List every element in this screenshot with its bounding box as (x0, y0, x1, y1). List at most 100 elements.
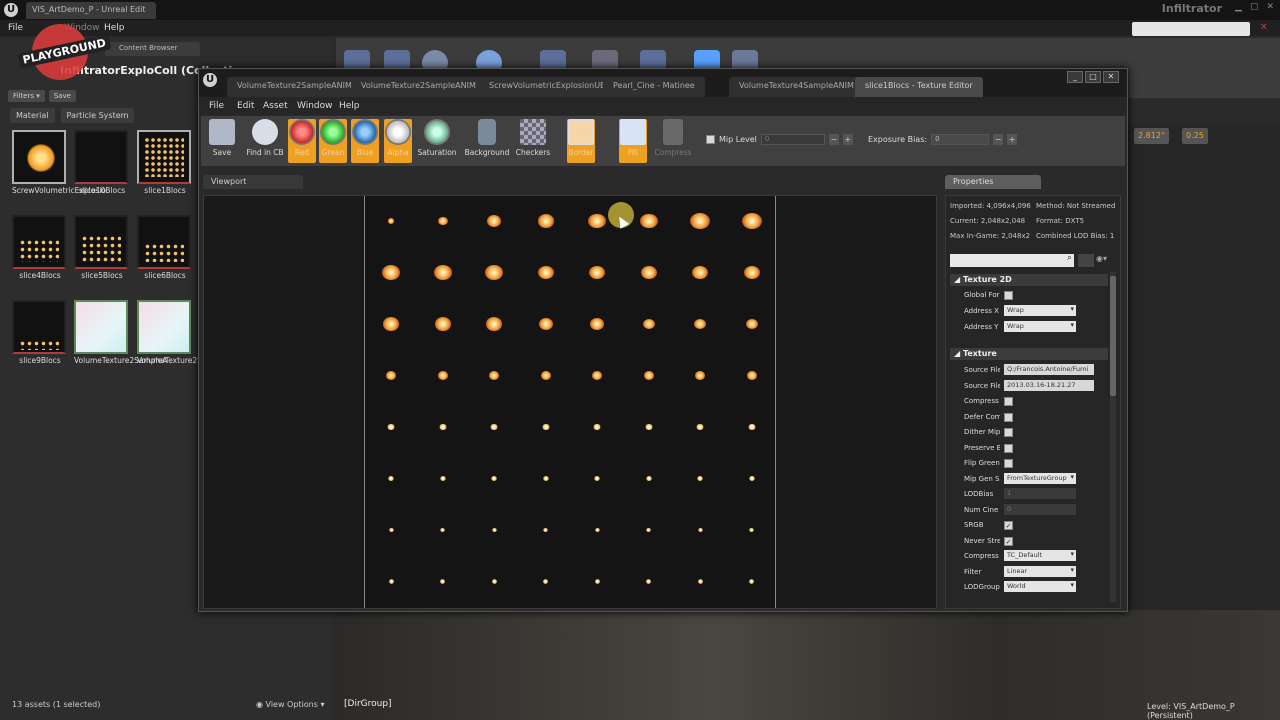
property-checkbox[interactable]: ✓ (1004, 521, 1013, 530)
saturation-button[interactable]: Saturation (415, 119, 459, 163)
properties-scrollbar[interactable] (1110, 272, 1116, 602)
section-texture-2d[interactable]: ◢ Texture 2D (950, 274, 1108, 286)
property-dropdown[interactable]: Wrap (1004, 305, 1076, 316)
property-row: Filter Linear (964, 565, 1104, 579)
property-value-field[interactable]: 1 (1004, 488, 1076, 499)
property-checkbox[interactable] (1004, 291, 1013, 300)
property-checkbox[interactable] (1004, 397, 1013, 406)
background-button[interactable]: Background (463, 119, 511, 163)
help-search-input[interactable] (1132, 22, 1250, 36)
editor-tab[interactable]: VolumeTexture4SampleANIM (729, 77, 864, 97)
exposure-minus-button[interactable]: − (993, 134, 1004, 145)
exposure-plus-button[interactable]: + (1007, 134, 1018, 145)
property-checkbox[interactable] (1004, 459, 1013, 468)
menu-window[interactable]: Window (297, 101, 333, 111)
flipbook-frame (543, 579, 548, 584)
asset-tile[interactable]: slice9Blocs (12, 300, 68, 365)
find-icon (252, 119, 278, 145)
property-checkbox[interactable] (1004, 412, 1013, 422)
level-viewport[interactable] (336, 610, 1280, 720)
save-button[interactable]: Save (204, 119, 240, 163)
mip-level-checkbox[interactable] (706, 135, 715, 144)
maximize-icon[interactable]: □ (1085, 71, 1101, 83)
green-channel-button[interactable]: Green (319, 119, 347, 163)
asset-tile[interactable]: slice6Blocs (137, 215, 193, 280)
property-checkbox[interactable] (1004, 428, 1013, 437)
property-value-field[interactable]: Q:/Francois.Antoine/Fumi (1004, 364, 1094, 375)
asset-tile[interactable]: slice10Blocs (74, 130, 130, 195)
fill-button[interactable]: Fill (619, 119, 647, 163)
cb-save-button[interactable]: Save (48, 90, 76, 102)
minimize-icon[interactable]: ▁ (1235, 2, 1242, 12)
flipbook-frame (487, 215, 501, 227)
property-dropdown[interactable]: TC_Default (1004, 550, 1076, 561)
asset-tile[interactable]: slice1Blocs (137, 130, 193, 195)
alpha-channel-button[interactable]: Alpha (384, 119, 412, 163)
properties-search-input[interactable]: ⌕ (950, 253, 1074, 267)
maximize-icon[interactable]: ▢ (1250, 2, 1259, 12)
flipbook-frame (543, 527, 548, 533)
flipbook-frame (690, 212, 710, 230)
texture-preview[interactable] (364, 196, 776, 608)
menu-help[interactable]: Help (104, 23, 125, 33)
editor-tab[interactable]: VolumeTexture2SampleANIM (351, 77, 486, 97)
asset-tile[interactable]: ScrewVolumetricExplosio (12, 130, 106, 195)
menu-asset[interactable]: Asset (263, 101, 288, 111)
mip-level-field[interactable]: 0 (760, 134, 825, 145)
menu-file[interactable]: File (209, 101, 224, 111)
property-label: Flip Green (964, 459, 1000, 467)
exposure-bias-field[interactable]: 0 (931, 134, 990, 145)
menu-help[interactable]: Help (339, 101, 360, 111)
red-channel-button[interactable]: Red (288, 119, 316, 163)
texture-viewport[interactable] (203, 195, 937, 609)
saturation-icon (424, 119, 450, 145)
asset-tile[interactable]: VolumeTexture2SampleA (74, 300, 167, 365)
properties-tab[interactable]: Properties (945, 175, 1041, 189)
section-texture[interactable]: ◢ Texture (950, 348, 1108, 360)
mip-minus-button[interactable]: − (828, 134, 839, 145)
flipbook-frame (489, 371, 499, 380)
property-checkbox[interactable]: ✓ (1004, 536, 1013, 546)
app-name: Infiltrator (1161, 2, 1222, 15)
editor-tab[interactable]: ScrewVolumetricExplosionUE (479, 77, 616, 97)
property-row: Preserve B (964, 442, 1104, 455)
editor-tab[interactable]: VolumeTexture2SampleANIM (227, 77, 362, 97)
mip-plus-button[interactable]: + (842, 134, 853, 145)
main-level-tab[interactable]: VIS_ArtDemo_P - Unreal Edit (26, 2, 156, 19)
close-icon[interactable]: ✕ (1103, 71, 1119, 83)
property-dropdown[interactable]: Linear (1004, 565, 1076, 577)
checkers-button[interactable]: Checkers (513, 119, 553, 163)
filter-material[interactable]: Material (10, 108, 55, 123)
view-options-button[interactable]: ◉ View Options ▾ (256, 700, 324, 709)
viewport-tab[interactable]: Viewport (203, 175, 303, 189)
rotation-snap[interactable]: 2.812° (1134, 128, 1169, 144)
exposure-bias-label: Exposure Bias: (868, 135, 928, 144)
editor-tab[interactable]: Pearl_Cine - Matinee (603, 77, 705, 97)
filter-particle-system[interactable]: Particle System (60, 108, 135, 123)
minimize-icon[interactable]: _ (1067, 71, 1083, 83)
find-in-cb-button[interactable]: Find in CB (243, 119, 287, 163)
compress-button[interactable]: Compress (653, 119, 693, 163)
property-dropdown[interactable]: World (1004, 581, 1076, 592)
content-browser-tab[interactable]: Content Browser (105, 42, 200, 56)
search-close-icon[interactable]: ✕ (1260, 22, 1268, 33)
property-value-field[interactable]: 2013.03.16-18.21.27 (1004, 379, 1094, 391)
flipbook-frame (588, 213, 606, 229)
scale-snap[interactable]: 0.25 (1182, 128, 1208, 144)
property-value-field[interactable]: 0 (1004, 503, 1076, 515)
asset-tile[interactable]: slice5Blocs (74, 215, 130, 280)
eye-icon[interactable]: ◉▾ (1096, 254, 1107, 263)
blue-channel-button[interactable]: Blue (351, 119, 379, 163)
asset-name: slice1Blocs (144, 186, 186, 195)
editor-tab-active[interactable]: slice1Blocs - Texture Editor (855, 77, 983, 97)
property-dropdown[interactable]: FromTextureGroup (1004, 472, 1076, 484)
property-dropdown[interactable]: Wrap (1004, 321, 1076, 332)
asset-tile[interactable]: VolumeTexture2SampleA (137, 300, 230, 365)
border-button[interactable]: Border (567, 119, 595, 163)
property-checkbox[interactable] (1004, 443, 1013, 453)
close-icon[interactable]: ✕ (1266, 2, 1274, 12)
filters-button[interactable]: Filters ▾ (8, 90, 45, 102)
view-options-icon[interactable] (1078, 254, 1094, 267)
asset-tile[interactable]: slice4Blocs (12, 215, 68, 280)
menu-edit[interactable]: Edit (237, 101, 254, 111)
